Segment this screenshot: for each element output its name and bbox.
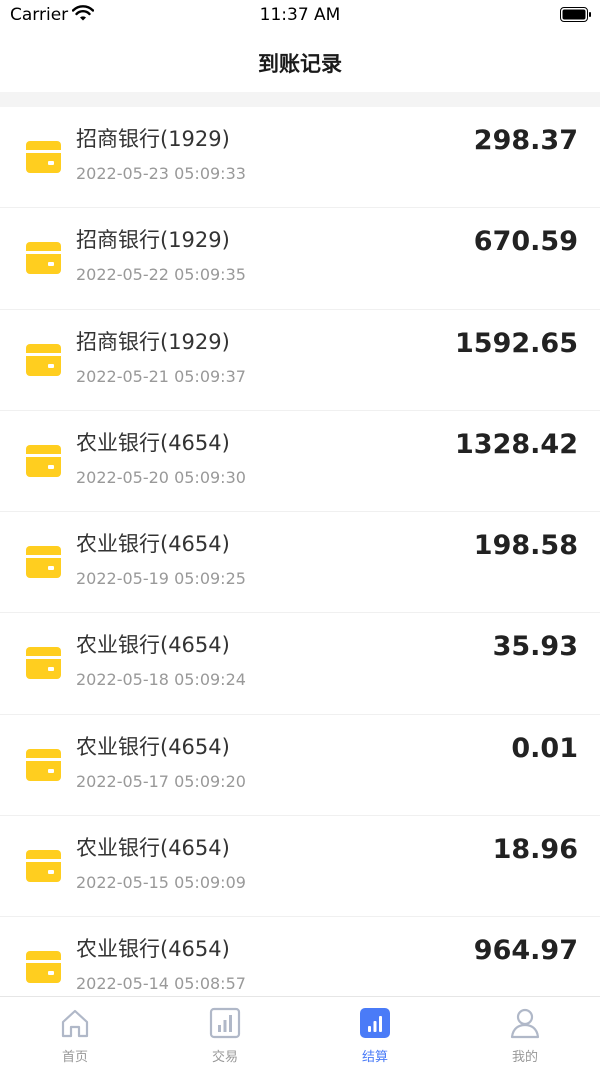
settlement-chart-icon <box>359 1007 391 1039</box>
record-amount: 298.37 <box>473 125 578 156</box>
record-amount: 0.01 <box>511 732 578 764</box>
bank-card-icon <box>26 849 61 883</box>
tab-label: 首页 <box>61 1050 88 1065</box>
tab-trade-chart[interactable]: 交易 <box>150 997 300 1068</box>
profile-icon <box>509 1007 541 1039</box>
record-amount: 964.97 <box>473 935 578 967</box>
battery-icon <box>560 7 591 22</box>
navigation-bar: 到账记录 <box>0 32 600 92</box>
record-time: 2022-05-23 05:09:33 <box>76 164 246 183</box>
bank-card-icon <box>26 748 61 782</box>
record-amount: 1328.42 <box>455 428 578 460</box>
record-row[interactable]: 农业银行(4654) 2022-05-19 05:09:25 198.58 <box>0 512 600 614</box>
record-time: 2022-05-17 05:09:20 <box>76 771 246 791</box>
bank-name: 农业银行(4654) <box>76 937 230 962</box>
bank-name: 农业银行(4654) <box>76 633 230 658</box>
bank-card-icon <box>26 950 61 984</box>
bank-name: 招商银行(1929) <box>76 329 230 354</box>
tab-label: 我的 <box>511 1050 538 1065</box>
tab-profile[interactable]: 我的 <box>450 997 600 1068</box>
bank-card-icon <box>26 241 61 275</box>
section-divider <box>0 92 600 107</box>
bank-name: 农业银行(4654) <box>76 532 230 557</box>
record-time: 2022-05-20 05:09:30 <box>76 467 246 487</box>
record-amount: 1592.65 <box>455 327 578 359</box>
bank-name: 招商银行(1929) <box>76 127 230 151</box>
bank-card-icon <box>26 343 61 377</box>
record-time: 2022-05-15 05:09:09 <box>76 873 246 893</box>
bank-card-icon <box>26 646 61 680</box>
record-list[interactable]: 招商银行(1929) 2022-05-23 05:09:33 298.37 招商… <box>0 107 600 996</box>
record-row[interactable]: 农业银行(4654) 2022-05-17 05:09:20 0.01 <box>0 714 600 817</box>
record-amount: 35.93 <box>492 631 578 663</box>
status-time: 11:37 AM <box>259 5 341 25</box>
record-row[interactable]: 招商银行(1929) 2022-05-22 05:09:35 670.59 <box>0 208 600 310</box>
bank-name: 农业银行(4654) <box>76 430 230 455</box>
bank-card-icon <box>26 444 61 478</box>
record-amount: 18.96 <box>492 834 578 866</box>
bank-name: 农业银行(4654) <box>76 836 230 861</box>
bank-card-icon <box>26 140 61 174</box>
record-row[interactable]: 农业银行(4654) 2022-05-20 05:09:30 1328.42 <box>0 410 600 513</box>
record-row[interactable]: 农业银行(4654) 2022-05-15 05:09:09 18.96 <box>0 816 600 918</box>
bank-name: 招商银行(1929) <box>76 228 230 253</box>
tab-settlement-chart[interactable]: 结算 <box>300 997 450 1068</box>
record-row[interactable]: 招商银行(1929) 2022-05-21 05:09:37 1592.65 <box>0 309 600 411</box>
record-row[interactable]: 招商银行(1929) 2022-05-23 05:09:33 298.37 <box>0 107 600 209</box>
record-amount: 198.58 <box>473 530 578 562</box>
record-amount: 670.59 <box>473 226 578 258</box>
record-time: 2022-05-18 05:09:24 <box>76 670 246 690</box>
home-icon <box>59 1007 91 1039</box>
page-title: 到账记录 <box>258 52 342 76</box>
tab-label: 结算 <box>361 1050 388 1065</box>
trade-chart-icon <box>209 1007 241 1039</box>
bank-card-icon <box>26 545 61 579</box>
bank-name: 农业银行(4654) <box>76 734 230 759</box>
record-time: 2022-05-21 05:09:37 <box>76 366 246 386</box>
tab-label: 交易 <box>211 1050 238 1065</box>
record-time: 2022-05-22 05:09:35 <box>76 265 246 285</box>
record-row[interactable]: 农业银行(4654) 2022-05-14 05:08:57 964.97 <box>0 917 600 996</box>
record-time: 2022-05-14 05:08:57 <box>76 974 246 994</box>
record-time: 2022-05-19 05:09:25 <box>76 569 246 589</box>
tab-bar: 首页 交易 结算 我的 <box>0 996 600 1067</box>
tab-home[interactable]: 首页 <box>0 997 150 1068</box>
status-bar: Carrier 11:37 AM <box>0 0 600 32</box>
record-row[interactable]: 农业银行(4654) 2022-05-18 05:09:24 35.93 <box>0 613 600 715</box>
